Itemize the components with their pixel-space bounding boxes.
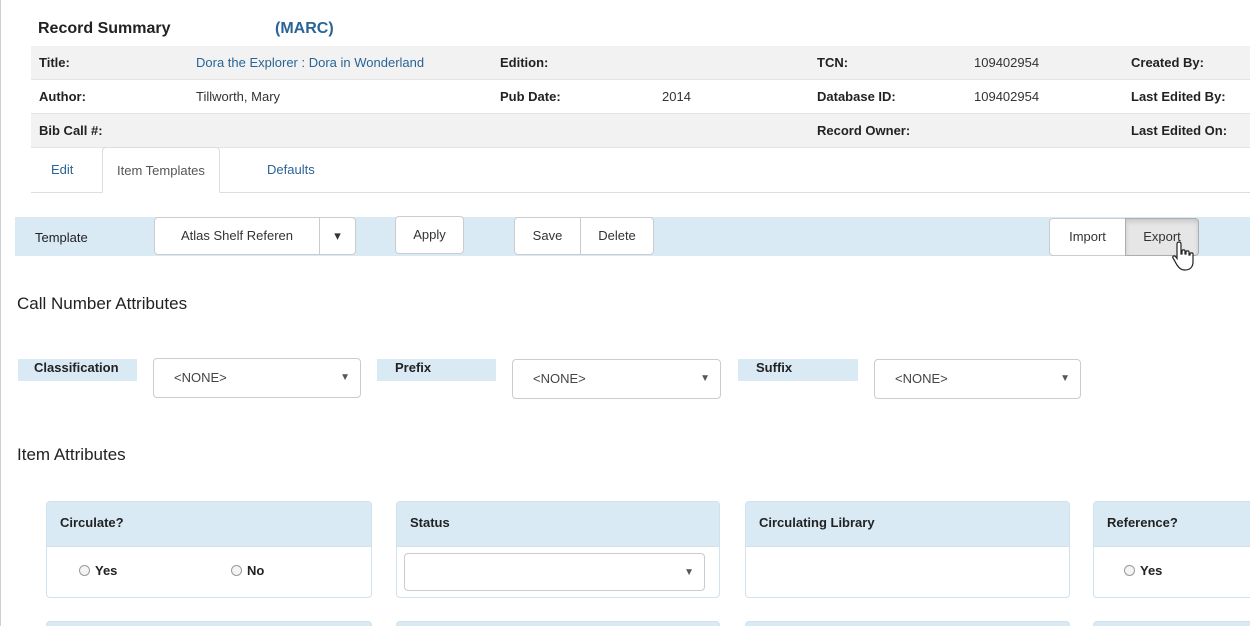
- radio-icon: [79, 565, 90, 576]
- dropdown-arrow-icon: ▼: [1060, 373, 1070, 384]
- classification-value: <NONE>: [174, 370, 227, 385]
- import-button[interactable]: Import: [1049, 218, 1126, 256]
- tab-edit[interactable]: Edit: [51, 147, 73, 193]
- prefix-label-text: Prefix: [395, 360, 432, 375]
- database-id-label: Database ID:: [817, 89, 896, 104]
- last-edited-by-label: Last Edited By:: [1131, 89, 1226, 104]
- pub-date-value: 2014: [662, 89, 691, 104]
- tab-defaults[interactable]: Defaults: [267, 147, 315, 193]
- prefix-value: <NONE>: [533, 371, 586, 386]
- database-id-value: 109402954: [974, 89, 1040, 104]
- circulating-library-panel: Circulating Library: [745, 501, 1070, 598]
- suffix-label: Suffix: [738, 359, 858, 381]
- record-summary-heading: Record Summary: [38, 20, 171, 37]
- created-by-label: Created By:: [1131, 55, 1204, 70]
- item-attribute-panel: [396, 621, 720, 626]
- template-select-value: Atlas Shelf Referen: [180, 228, 293, 243]
- item-attribute-panel: [46, 621, 372, 626]
- record-summary-row: Bib Call #: Record Owner: Last Edited On…: [31, 114, 1250, 148]
- status-panel: Status ▼: [396, 501, 720, 598]
- suffix-value: <NONE>: [895, 371, 948, 386]
- delete-button[interactable]: Delete: [580, 217, 654, 255]
- chevron-down-icon: ▾: [334, 228, 341, 243]
- tcn-label: TCN:: [817, 55, 849, 70]
- suffix-label-text: Suffix: [756, 360, 793, 375]
- author-value: Tillworth, Mary: [196, 89, 281, 104]
- circulate-panel: Circulate? Yes No: [46, 501, 372, 598]
- reference-title: Reference?: [1094, 502, 1250, 547]
- call-number-heading: Call Number Attributes: [17, 294, 188, 313]
- template-dropdown-toggle[interactable]: ▾: [319, 217, 356, 255]
- item-attributes-heading: Item Attributes: [17, 445, 126, 464]
- radio-icon: [231, 565, 242, 576]
- tcn-value: 109402954: [974, 55, 1040, 70]
- reference-yes-radio[interactable]: Yes: [1124, 563, 1162, 578]
- bib-call-label: Bib Call #:: [39, 123, 103, 138]
- classification-select[interactable]: <NONE> ▼: [153, 358, 361, 398]
- template-select[interactable]: Atlas Shelf Referen: [154, 217, 320, 255]
- dropdown-arrow-icon: ▼: [340, 372, 350, 383]
- item-attribute-panel: [1093, 621, 1250, 626]
- save-button[interactable]: Save: [514, 217, 581, 255]
- classification-label: Classification: [18, 359, 137, 381]
- radio-icon: [1124, 565, 1135, 576]
- author-label: Author:: [39, 89, 86, 104]
- edition-label: Edition:: [500, 55, 549, 70]
- reference-yes-label: Yes: [1140, 563, 1163, 578]
- suffix-select[interactable]: <NONE> ▼: [874, 359, 1081, 399]
- circulate-no-label: No: [247, 563, 265, 578]
- prefix-select[interactable]: <NONE> ▼: [512, 359, 721, 399]
- hand-cursor-icon: [1172, 241, 1194, 271]
- title-label: Title:: [39, 55, 70, 70]
- pub-date-label: Pub Date:: [500, 89, 561, 104]
- apply-button[interactable]: Apply: [395, 216, 464, 254]
- dropdown-arrow-icon: ▼: [684, 567, 694, 578]
- template-label: Template: [35, 230, 88, 245]
- reference-panel: Reference? Yes: [1093, 501, 1250, 598]
- circulate-yes-label: Yes: [95, 563, 118, 578]
- marc-link[interactable]: (MARC): [275, 20, 334, 38]
- app-frame: Record Summary (MARC) Title: Dora the Ex…: [0, 0, 1250, 626]
- tab-item-templates[interactable]: Item Templates: [102, 147, 220, 193]
- record-summary-row: Author: Tillworth, Mary Pub Date: 2014 D…: [31, 80, 1250, 114]
- prefix-label: Prefix: [377, 359, 496, 381]
- circulate-yes-radio[interactable]: Yes: [79, 563, 117, 578]
- circulate-title: Circulate?: [47, 502, 371, 547]
- record-summary-row: Title: Dora the Explorer : Dora in Wonde…: [31, 46, 1250, 80]
- dropdown-arrow-icon: ▼: [700, 373, 710, 384]
- title-link[interactable]: Dora the Explorer : Dora in Wonderland: [196, 55, 424, 70]
- record-owner-label: Record Owner:: [817, 123, 911, 138]
- status-select[interactable]: ▼: [404, 553, 705, 591]
- circulate-no-radio[interactable]: No: [231, 563, 264, 578]
- classification-label-text: Classification: [34, 360, 119, 375]
- status-title: Status: [397, 502, 719, 547]
- circulating-library-title: Circulating Library: [746, 502, 1069, 547]
- item-attribute-panel: [745, 621, 1070, 626]
- last-edited-on-label: Last Edited On:: [1131, 123, 1228, 138]
